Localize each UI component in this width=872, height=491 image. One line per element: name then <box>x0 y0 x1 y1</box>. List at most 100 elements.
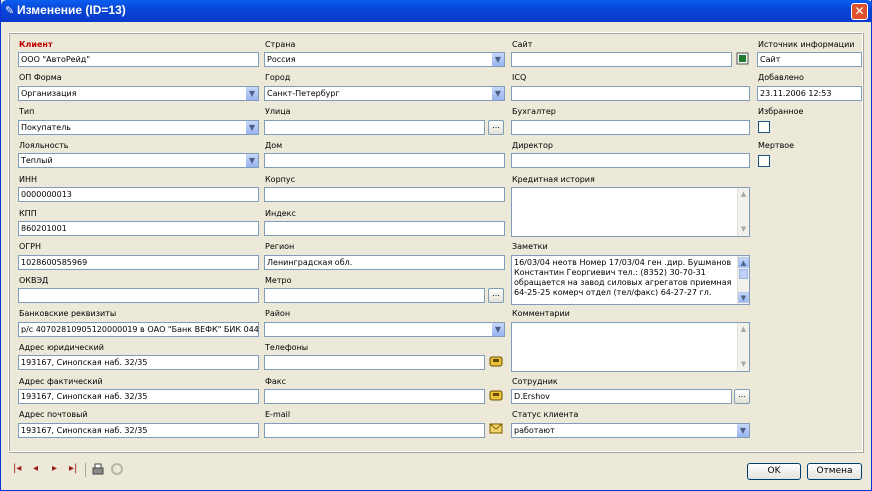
okved-label: ОКВЭД <box>19 276 49 285</box>
notes-textarea[interactable]: 16/03/04 неотв Номер 17/03/04 ген .дир. … <box>511 255 750 305</box>
employee-input[interactable]: D.Ershov <box>511 389 732 404</box>
cancel-button[interactable]: Отмена <box>807 463 862 480</box>
site-input[interactable] <box>511 52 732 67</box>
fax-label: Факс <box>265 377 287 386</box>
notes-scrollbar[interactable]: ▲ ▼ <box>737 256 749 304</box>
chevron-down-icon[interactable]: ▼ <box>245 154 258 167</box>
favorite-label: Избранное <box>758 107 804 116</box>
status-select[interactable]: работают ▼ <box>511 423 750 438</box>
addr-post-label: Адрес почтовый <box>19 410 88 419</box>
icq-input[interactable] <box>511 86 750 101</box>
envelope-icon[interactable] <box>488 423 503 438</box>
district-select[interactable]: ▼ <box>264 322 505 337</box>
chevron-down-icon[interactable]: ▼ <box>245 87 258 100</box>
open-link-icon[interactable] <box>735 52 750 67</box>
scroll-up-icon[interactable]: ▲ <box>738 189 749 200</box>
email-input[interactable] <box>264 423 485 438</box>
chevron-down-icon[interactable]: ▼ <box>491 87 504 100</box>
addr-fact-input[interactable]: 193167, Синопская наб. 32/35 <box>18 389 259 404</box>
chevron-down-icon[interactable]: ▼ <box>491 53 504 66</box>
fax-icon[interactable] <box>488 389 503 404</box>
accountant-label: Бухгалтер <box>512 107 556 116</box>
street-browse-button[interactable]: ... <box>488 120 504 135</box>
city-select[interactable]: Санкт-Петербург ▼ <box>264 86 505 101</box>
region-input[interactable]: Ленинградская обл. <box>264 255 505 270</box>
metro-browse-button[interactable]: ... <box>488 288 504 303</box>
street-input[interactable] <box>264 120 485 135</box>
district-label: Район <box>265 309 291 318</box>
chevron-down-icon[interactable]: ▼ <box>736 424 749 437</box>
scroll-thumb[interactable] <box>739 269 748 279</box>
toolbar-divider <box>85 463 86 477</box>
addr-legal-input[interactable]: 193167, Синопская наб. 32/35 <box>18 355 259 370</box>
country-value: Россия <box>267 55 296 64</box>
city-value: Санкт-Петербург <box>267 89 340 98</box>
addr-legal-label: Адрес юридический <box>19 343 104 352</box>
close-button[interactable]: ✕ <box>851 3 868 20</box>
site-label: Сайт <box>512 40 533 49</box>
phones-label: Телефоны <box>265 343 309 352</box>
chevron-down-icon[interactable]: ▼ <box>245 121 258 134</box>
metro-input[interactable] <box>264 288 485 303</box>
first-record-button[interactable]: |◂ <box>13 461 21 477</box>
next-record-button[interactable]: ▸ <box>52 461 57 477</box>
street-label: Улица <box>265 107 291 116</box>
favorite-checkbox[interactable] <box>758 121 770 133</box>
client-input[interactable]: ООО "АвтоРейд" <box>18 52 259 67</box>
comments-textarea[interactable]: ▲ ▼ <box>511 322 750 372</box>
ok-button[interactable]: OK <box>747 463 801 480</box>
okved-input[interactable] <box>18 288 259 303</box>
dead-checkbox[interactable] <box>758 155 770 167</box>
scroll-up-icon[interactable]: ▲ <box>738 257 749 268</box>
status-label: Статус клиента <box>512 410 579 419</box>
kpp-label: КПП <box>19 209 37 218</box>
print-icon[interactable] <box>91 462 105 476</box>
accountant-input[interactable] <box>511 120 750 135</box>
building-input[interactable] <box>264 187 505 202</box>
chevron-down-icon[interactable]: ▼ <box>491 323 504 336</box>
inn-input[interactable]: 0000000013 <box>18 187 259 202</box>
country-select[interactable]: Россия ▼ <box>264 52 505 67</box>
source-input[interactable]: Сайт <box>757 52 862 67</box>
scroll-down-icon[interactable]: ▼ <box>738 359 749 370</box>
credit-textarea[interactable]: ▲ ▼ <box>511 187 750 237</box>
director-label: Директор <box>512 141 553 150</box>
bank-input[interactable]: р/с 40702810905120000019 в ОАО "Банк ВЕФ… <box>18 322 259 337</box>
scroll-down-icon[interactable]: ▼ <box>738 292 749 303</box>
opf-select[interactable]: Организация ▼ <box>18 86 259 101</box>
credit-scrollbar[interactable]: ▲ ▼ <box>737 188 749 236</box>
type-select[interactable]: Покупатель ▼ <box>18 120 259 135</box>
house-input[interactable] <box>264 153 505 168</box>
title-bar[interactable]: ✎ Изменение (ID=13) ✕ <box>1 0 872 22</box>
employee-browse-button[interactable]: ... <box>734 389 750 404</box>
source-label: Источник информации <box>758 40 855 49</box>
added-input[interactable]: 23.11.2006 12:53 <box>757 86 862 101</box>
credit-label: Кредитная история <box>512 175 595 184</box>
addr-fact-label: Адрес фактический <box>19 377 103 386</box>
kpp-input[interactable]: 860201001 <box>18 221 259 236</box>
last-record-button[interactable]: ▸| <box>69 461 77 477</box>
scroll-up-icon[interactable]: ▲ <box>738 324 749 335</box>
employee-label: Сотрудник <box>512 377 558 386</box>
edit-pencil-icon: ✎ <box>5 4 15 17</box>
phone-icon[interactable] <box>488 355 503 370</box>
comments-scrollbar[interactable]: ▲ ▼ <box>737 323 749 371</box>
fax-input[interactable] <box>264 389 485 404</box>
metro-label: Метро <box>265 276 292 285</box>
loyalty-select[interactable]: Теплый ▼ <box>18 153 259 168</box>
type-label: Тип <box>19 107 35 116</box>
dialog-window: ✎ Изменение (ID=13) ✕ Клиент ООО "АвтоРе… <box>0 0 872 491</box>
house-label: Дом <box>265 141 283 150</box>
scroll-down-icon[interactable]: ▼ <box>738 224 749 235</box>
index-input[interactable] <box>264 221 505 236</box>
window-title: Изменение (ID=13) <box>17 3 126 17</box>
notes-label: Заметки <box>512 242 548 251</box>
prev-record-button[interactable]: ◂ <box>33 461 38 477</box>
icq-label: ICQ <box>512 73 527 82</box>
comments-label: Комментарии <box>512 309 570 318</box>
addr-post-input[interactable]: 193167, Синопская наб. 32/35 <box>18 423 259 438</box>
director-input[interactable] <box>511 153 750 168</box>
ogrn-input[interactable]: 1028600585969 <box>18 255 259 270</box>
phones-input[interactable] <box>264 355 485 370</box>
city-label: Город <box>265 73 291 82</box>
